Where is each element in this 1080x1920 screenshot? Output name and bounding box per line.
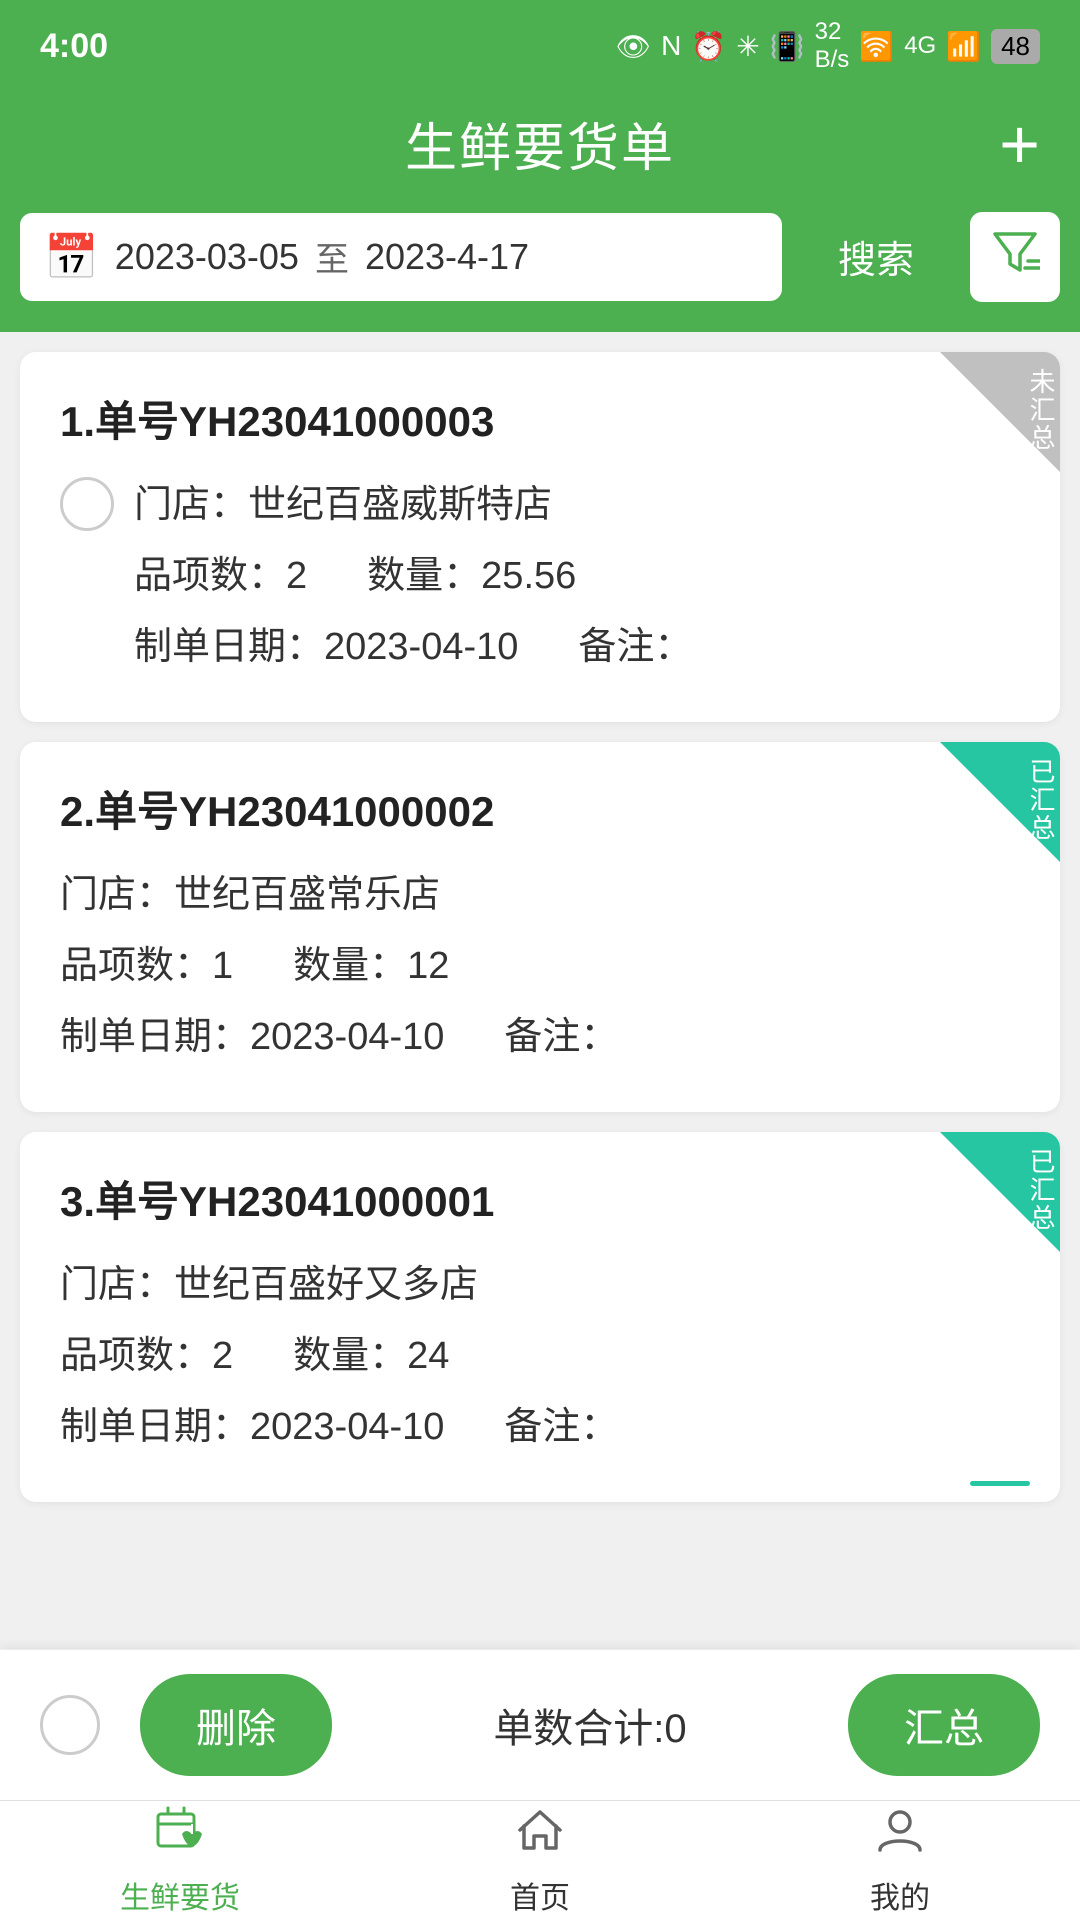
status-icons: 👁 N ⏰ ✳ 📳 32B/s 🛜 4G 📶 48 [616,18,1040,74]
order-detail-row-1: 门店：世纪百盛威斯特店 品项数：2 数量：25.56 制单日期：2023-04-… [60,473,1020,686]
badge-summarized-3: 已汇总 [940,1132,1060,1252]
date-remark-line-1: 制单日期：2023-04-10 备注： [134,615,1020,670]
nav-mine[interactable]: 我的 [720,1801,1080,1920]
order-card-3[interactable]: 已汇总 3.单号YH23041000001 门店：世纪百盛好又多店 品项数：2 … [20,1132,1060,1502]
count-qty-line-3: 品项数：2 数量：24 [60,1324,1020,1379]
data-speed: 32B/s [815,18,850,74]
network-icon: 4G [904,32,936,60]
calendar-icon: 📅 [44,231,99,283]
date-remark-line-3: 制单日期：2023-04-10 备注： [60,1395,1020,1450]
date-remark-line-2: 制单日期：2023-04-10 备注： [60,1005,1020,1060]
nav-fresh-label: 生鲜要货 [120,1873,240,1917]
bottom-action-bar: 删除 单数合计:0 汇总 [0,1649,1080,1800]
scroll-indicator [970,1481,1030,1486]
date-to: 2023-4-17 [365,236,529,278]
date-range-text: 2023-03-05 至 2023-4-17 [115,232,758,281]
eye-icon: 👁 [616,30,652,63]
filter-icon [990,226,1040,287]
mine-nav-icon [874,1804,926,1867]
date-from: 2023-03-05 [115,236,299,278]
date-range-input[interactable]: 📅 2023-03-05 至 2023-4-17 [20,213,782,301]
store-line-1: 门店：世纪百盛威斯特店 [134,473,1020,528]
phone-icon: 📳 [770,30,805,63]
page-header: 生鲜要货单 + [0,86,1080,211]
search-button[interactable]: 搜索 [798,211,954,302]
add-button[interactable]: + [999,109,1040,179]
order-number-2: 2.单号YH23041000002 [60,778,1020,839]
select-all-radio[interactable] [40,1695,100,1755]
status-bar: 4:00 👁 N ⏰ ✳ 📳 32B/s 🛜 4G 📶 48 [0,0,1080,86]
total-count: 单数合计:0 [372,1696,808,1754]
nav-home-label: 首页 [510,1873,570,1917]
alarm-icon: ⏰ [691,30,726,63]
filter-button[interactable] [970,212,1060,302]
store-line-2: 门店：世纪百盛常乐店 [60,863,1020,918]
status-time: 4:00 [40,27,108,66]
wifi-icon: 🛜 [859,30,894,63]
fresh-nav-icon [154,1804,206,1867]
order-list: 未汇总 1.单号YH23041000003 门店：世纪百盛威斯特店 品项数：2 … [0,332,1080,1742]
count-qty-line-2: 品项数：1 数量：12 [60,934,1020,989]
order-number-1: 1.单号YH23041000003 [60,388,1020,449]
order-card-1[interactable]: 未汇总 1.单号YH23041000003 门店：世纪百盛威斯特店 品项数：2 … [20,352,1060,722]
nav-mine-label: 我的 [870,1873,930,1917]
bluetooth-icon: ✳ [736,30,759,63]
nav-home[interactable]: 首页 [360,1801,720,1920]
badge-summarized-2: 已汇总 [940,742,1060,862]
order-card-2[interactable]: 已汇总 2.单号YH23041000002 门店：世纪百盛常乐店 品项数：1 数… [20,742,1060,1112]
date-separator: 至 [315,232,349,281]
page-title: 生鲜要货单 [405,106,675,181]
order-number-3: 3.单号YH23041000001 [60,1168,1020,1229]
signal-icon: 📶 [946,30,981,63]
nav-fresh[interactable]: 生鲜要货 [0,1801,360,1920]
badge-not-summarized: 未汇总 [940,352,1060,472]
battery-icon: 48 [991,29,1040,64]
summary-button[interactable]: 汇总 [848,1674,1040,1776]
delete-button[interactable]: 删除 [140,1674,332,1776]
nfc-icon: N [661,30,681,62]
store-line-3: 门店：世纪百盛好又多店 [60,1253,1020,1308]
order-info-1: 门店：世纪百盛威斯特店 品项数：2 数量：25.56 制单日期：2023-04-… [134,473,1020,686]
order-radio-1[interactable] [60,477,114,531]
search-bar: 📅 2023-03-05 至 2023-4-17 搜索 [0,211,1080,332]
count-qty-line-1: 品项数：2 数量：25.56 [134,544,1020,599]
home-nav-icon [514,1804,566,1867]
order-no-prefix: 单号 [95,398,179,445]
bottom-nav: 生鲜要货 首页 我的 [0,1800,1080,1920]
